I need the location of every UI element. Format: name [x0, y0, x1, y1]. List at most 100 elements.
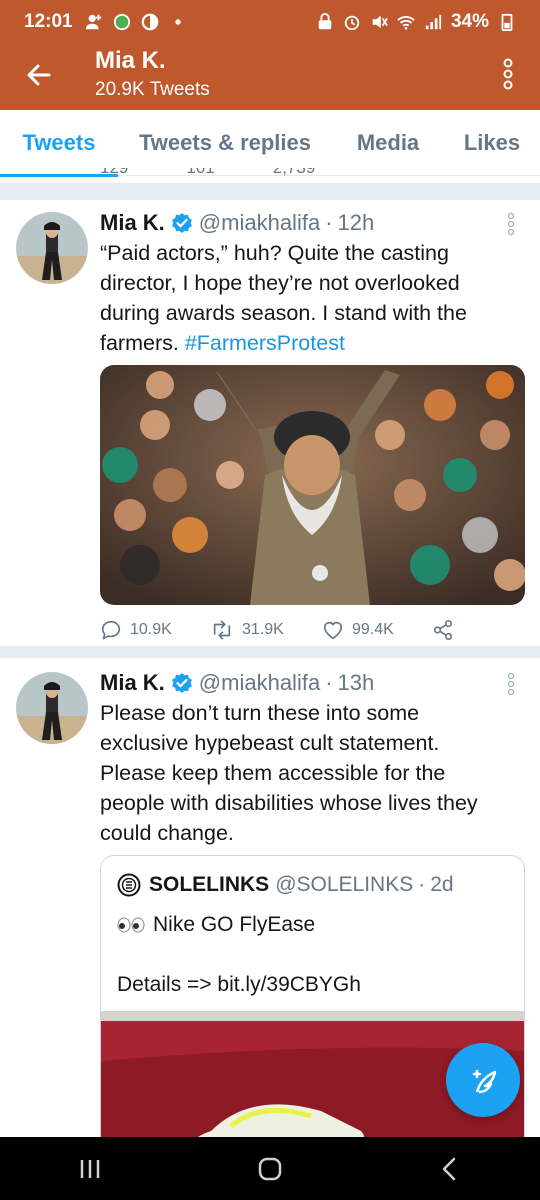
tweet-actions: 10.9K 31.9K 99.4K — [100, 619, 460, 641]
mute-icon — [372, 15, 388, 29]
hashtag-link[interactable]: #FarmersProtest — [185, 331, 345, 355]
tweet-text-line: “Paid actors,” huh? Quite the casting — [100, 241, 449, 265]
retweet-count: 31.9K — [242, 621, 284, 638]
lock-icon — [318, 13, 332, 30]
verified-badge-icon — [171, 212, 193, 234]
tweet-1[interactable]: Mia K. @miakhalifa · 12h “Paid actors,” … — [0, 200, 540, 650]
tweet-text-line: people with disabilities whose lives the… — [100, 791, 478, 815]
quoted-timestamp[interactable]: 2d — [430, 873, 453, 897]
protest-crowd-photo — [100, 365, 525, 605]
share-icon — [433, 620, 453, 640]
home-button[interactable] — [240, 1149, 300, 1189]
chevron-left-icon — [442, 1157, 456, 1180]
quoted-author-name[interactable]: SOLELINKS — [149, 873, 269, 897]
battery-level: 34% — [450, 11, 489, 32]
quoted-separator: · — [418, 873, 426, 896]
tweet-author-name[interactable]: Mia K. — [100, 210, 165, 236]
avatar-image — [16, 212, 88, 284]
status-time: 12:01 — [24, 11, 73, 32]
quoted-text-details: Details => bit.ly/39CBYGh — [117, 973, 361, 996]
more-options-button[interactable] — [496, 57, 520, 91]
back-arrow-icon — [27, 64, 51, 86]
prev-like-count[interactable]: 2,739 — [273, 168, 316, 178]
tab-tweets[interactable]: Tweets — [0, 110, 118, 177]
signal-icon — [425, 14, 442, 30]
tweet-header: Mia K. @miakhalifa · 13h — [100, 668, 520, 698]
tweet-divider — [0, 646, 540, 658]
prev-reply-count[interactable]: 129 — [100, 168, 128, 178]
prev-retweet-count[interactable]: 101 — [186, 168, 214, 178]
profile-tabs: Tweets Tweets & replies Media Likes — [0, 110, 540, 177]
wifi-icon — [397, 16, 415, 30]
quoted-text-line: Nike GO FlyEase — [117, 910, 315, 940]
tweet-text: “Paid actors,” huh? Quite the casting di… — [100, 238, 520, 358]
previous-tweet-actions: 129 101 2,739 — [0, 168, 540, 182]
battery-icon — [501, 13, 513, 31]
reply-icon — [101, 620, 121, 640]
avatar-image — [16, 672, 88, 744]
share-button[interactable] — [432, 619, 454, 641]
compose-tweet-button[interactable] — [446, 1043, 520, 1117]
tweet-timestamp[interactable]: 12h — [338, 210, 375, 236]
status-bar: 12:01 34% — [0, 0, 540, 44]
verified-badge-icon — [171, 672, 193, 694]
tweet-separator: · — [325, 670, 333, 695]
title-block: Mia K. 20.9K Tweets — [95, 46, 210, 102]
tweet-text: Please don’t turn these into some exclus… — [100, 698, 520, 848]
avatar[interactable] — [16, 672, 88, 744]
tweet-author-handle[interactable]: @miakhalifa — [199, 210, 320, 236]
status-left-icons — [85, 13, 187, 31]
retweet-button[interactable]: 31.9K — [210, 619, 322, 641]
like-button[interactable]: 99.4K — [322, 619, 432, 641]
home-icon — [258, 1157, 282, 1180]
tweet-text-line-last: farmers. #FarmersProtest — [100, 328, 520, 358]
tweet-text-line: director, I hope they’re not overlooked — [100, 271, 460, 295]
tweet-menu-button[interactable] — [504, 212, 518, 236]
tab-media[interactable]: Media — [332, 110, 444, 176]
alarm-icon — [344, 15, 360, 31]
app-notification-icon — [113, 13, 130, 31]
dot-icon — [174, 19, 181, 25]
tweet-photo[interactable] — [100, 365, 525, 605]
tweet-separator: · — [325, 210, 333, 235]
shield-icon — [141, 13, 158, 31]
quoted-author-handle[interactable]: @SOLELINKS — [275, 873, 413, 897]
system-back-button[interactable] — [420, 1149, 480, 1189]
recent-apps-button[interactable] — [60, 1149, 120, 1189]
retweet-icon — [213, 620, 231, 640]
back-button[interactable] — [22, 58, 56, 92]
tweet-text-prefix: farmers. — [100, 331, 185, 355]
tweet-text-line: Please keep them accessible for the — [100, 761, 446, 785]
recents-icon — [80, 1159, 100, 1178]
heart-icon — [323, 621, 343, 640]
tweet-count: 20.9K Tweets — [95, 79, 210, 100]
tweet-text-line: during awards season. I stand with the — [100, 301, 467, 325]
tab-tweets-and-replies[interactable]: Tweets & replies — [118, 110, 332, 176]
quoted-tweet-header: SOLELINKS @SOLELINKS · 2d — [117, 870, 454, 900]
quoted-text-title: Nike GO FlyEase — [153, 913, 316, 936]
tweet-author-name[interactable]: Mia K. — [100, 670, 165, 696]
avatar[interactable] — [16, 212, 88, 284]
tweet-author-handle[interactable]: @miakhalifa — [199, 670, 320, 696]
tweet-header: Mia K. @miakhalifa · 12h — [100, 208, 520, 238]
contact-icon — [85, 14, 101, 30]
reply-count: 10.9K — [130, 621, 172, 638]
vertical-dots-icon — [503, 58, 513, 90]
more-dots-icon — [507, 212, 515, 236]
eyes-emoji-icon — [117, 917, 145, 933]
tweet-timestamp[interactable]: 13h — [338, 670, 375, 696]
more-dots-icon — [507, 672, 515, 696]
tweet-text-line: could change. — [100, 821, 234, 845]
profile-name: Mia K. — [95, 47, 166, 74]
tweet-divider — [0, 183, 540, 200]
tweet-text-line: Please don’t turn these into some — [100, 701, 420, 725]
compose-feather-icon — [472, 1069, 497, 1094]
solelinks-logo-icon — [117, 873, 141, 897]
tweet-text-line: exclusive hypebeast cult statement. — [100, 731, 440, 755]
tab-likes[interactable]: Likes — [444, 110, 540, 176]
status-right-icons: 34% — [316, 11, 516, 33]
reply-button[interactable]: 10.9K — [100, 619, 210, 641]
system-navigation-bar — [0, 1137, 540, 1200]
profile-header: 12:01 34% Mia K. 20.9K Tweets — [0, 0, 540, 110]
tweet-menu-button[interactable] — [504, 672, 518, 696]
